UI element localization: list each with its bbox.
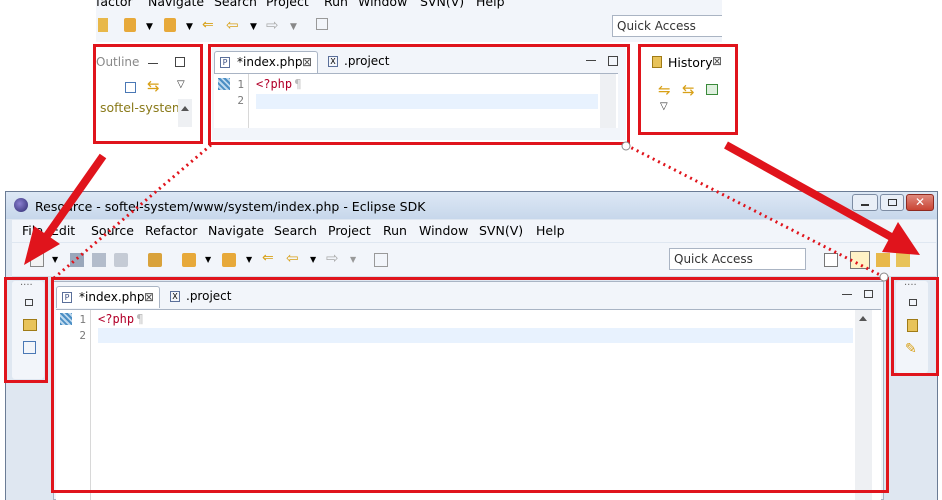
chevron-down-icon[interactable]: ▼ xyxy=(246,255,252,264)
menu-item-svn[interactable]: SVN(V) xyxy=(479,223,523,238)
save-all-icon[interactable] xyxy=(92,253,106,267)
menu-item-navigate[interactable]: Navigate xyxy=(208,223,264,238)
menu-item-window[interactable]: Window xyxy=(358,0,407,9)
chevron-down-icon[interactable]: ▼ xyxy=(350,255,356,264)
menu-item-refactor[interactable]: Refactor xyxy=(145,223,197,238)
menu-item-edit[interactable]: Edit xyxy=(51,223,75,238)
next-annotation-icon[interactable] xyxy=(124,18,136,32)
back-icon[interactable]: ⇦ xyxy=(226,16,239,34)
last-edit-icon[interactable]: ⇐ xyxy=(202,17,214,33)
window-titlebar: Resource - softel-system/www/system/inde… xyxy=(6,192,937,219)
menu-item-project[interactable]: Project xyxy=(266,0,309,9)
window-toolbar: ▼ ▼ ▼ ⇐ ⇦ ▼ ⇨ ▼ Quick Access xyxy=(12,243,936,277)
menu-item-svn[interactable]: SVN(V) xyxy=(420,0,464,9)
last-edit-icon[interactable]: ⇐ xyxy=(262,250,274,266)
top-menubar: factor Navigate Search Project Run Windo… xyxy=(96,0,722,10)
menu-item-window[interactable]: Window xyxy=(419,223,468,238)
menu-item-refactor[interactable]: factor xyxy=(96,0,133,9)
next-annotation-icon[interactable] xyxy=(182,253,196,267)
highlight-left-trim xyxy=(4,277,48,383)
forward-icon[interactable]: ⇨ xyxy=(326,249,339,267)
eclipse-logo-icon xyxy=(14,198,28,212)
close-window-button[interactable]: ✕ xyxy=(906,194,934,211)
maximize-window-button[interactable] xyxy=(880,194,904,211)
quick-access-input[interactable]: Quick Access xyxy=(669,248,806,270)
menu-item-source[interactable]: Source xyxy=(91,223,134,238)
print-icon[interactable] xyxy=(114,253,128,267)
save-icon[interactable] xyxy=(70,253,84,267)
menu-item-help[interactable]: Help xyxy=(536,223,565,238)
chevron-down-icon[interactable]: ▼ xyxy=(186,22,193,32)
chevron-down-icon[interactable]: ▼ xyxy=(52,255,58,264)
top-toolbar: ▼ ▼ ⇐ ⇦ ▼ ⇨ ▼ Quick Access xyxy=(96,10,722,42)
menu-item-search[interactable]: Search xyxy=(274,223,317,238)
team-perspective-icon[interactable] xyxy=(896,253,910,267)
quick-access-input[interactable]: Quick Access xyxy=(612,15,722,37)
chevron-down-icon[interactable]: ▼ xyxy=(146,22,153,32)
highlight-outline xyxy=(93,44,203,144)
highlight-history xyxy=(638,44,738,135)
menu-item-project[interactable]: Project xyxy=(328,223,371,238)
prev-annotation-icon[interactable] xyxy=(222,253,236,267)
back-icon[interactable]: ⇦ xyxy=(286,249,299,267)
resource-perspective-icon[interactable] xyxy=(850,251,870,269)
menu-item-run[interactable]: Run xyxy=(324,0,348,9)
window-title: Resource - softel-system/www/system/inde… xyxy=(35,199,426,214)
highlight-editor-area xyxy=(51,277,889,493)
highlight-right-trim xyxy=(891,277,939,376)
chevron-down-icon[interactable]: ▼ xyxy=(250,22,257,32)
chevron-down-icon[interactable]: ▼ xyxy=(310,255,316,264)
menu-item-navigate[interactable]: Navigate xyxy=(148,0,204,9)
pin-editor-icon[interactable] xyxy=(374,253,388,267)
chevron-down-icon[interactable]: ▼ xyxy=(290,22,297,32)
toolbar-icon[interactable] xyxy=(98,18,108,32)
new-icon[interactable] xyxy=(30,253,44,267)
menu-item-run[interactable]: Run xyxy=(383,223,407,238)
minimize-window-button[interactable] xyxy=(852,194,878,211)
prev-annotation-icon[interactable] xyxy=(164,18,176,32)
open-perspective-icon[interactable] xyxy=(824,253,838,267)
chevron-down-icon[interactable]: ▼ xyxy=(205,255,211,264)
menu-item-help[interactable]: Help xyxy=(476,0,505,9)
menu-item-file[interactable]: File xyxy=(22,223,43,238)
php-perspective-icon[interactable] xyxy=(876,253,890,267)
svn-icon[interactable] xyxy=(148,253,162,267)
pin-editor-icon[interactable] xyxy=(316,18,328,30)
menu-item-search[interactable]: Search xyxy=(214,0,257,9)
highlight-editor xyxy=(208,44,630,145)
forward-icon[interactable]: ⇨ xyxy=(266,16,279,34)
